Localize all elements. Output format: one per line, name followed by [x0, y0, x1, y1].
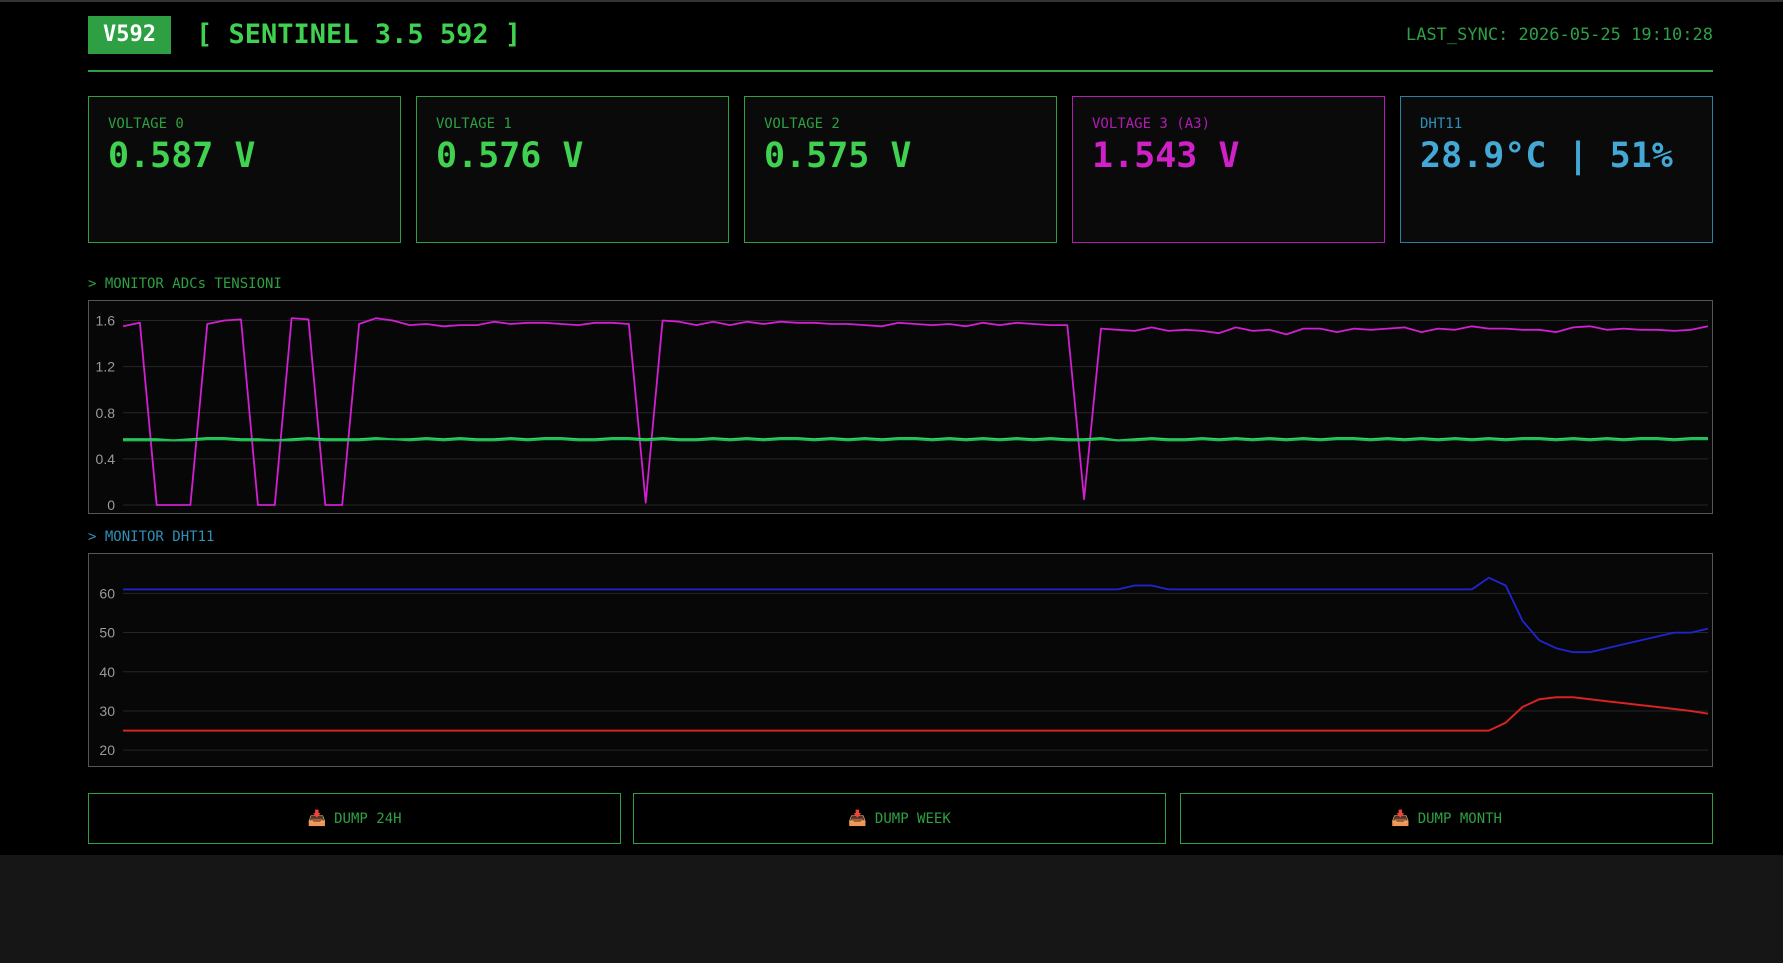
- dump-24h-button[interactable]: 📥 DUMP 24H: [88, 793, 621, 844]
- inbox-tray-icon: 📥: [1391, 809, 1410, 827]
- card-value: 0.575 V: [764, 136, 912, 176]
- dht-chart: 20 30 40 50 60: [88, 553, 1713, 767]
- metric-cards: VOLTAGE 0 0.587 V VOLTAGE 1 0.576 V VOLT…: [88, 96, 1713, 245]
- card-voltage-1: VOLTAGE 1 0.576 V: [416, 96, 729, 243]
- card-label: VOLTAGE 1: [436, 116, 512, 132]
- card-label: VOLTAGE 3 (A3): [1092, 116, 1211, 132]
- y-tick-label: 0.4: [96, 451, 116, 467]
- series-line: [122, 317, 1709, 506]
- dump-buttons: 📥 DUMP 24H 📥 DUMP WEEK 📥 DUMP MONTH: [88, 793, 1713, 845]
- y-tick-label: 60: [99, 585, 115, 601]
- card-label: DHT11: [1420, 116, 1463, 132]
- y-tick-label: 0.8: [96, 405, 116, 421]
- last-sync: LAST_SYNC: 2026-05-25 19:10:28: [1405, 25, 1713, 45]
- series-line: [123, 576, 1709, 654]
- card-value: 1.543 V: [1092, 136, 1240, 176]
- inbox-tray-icon: 📥: [848, 809, 867, 827]
- adc-chart: 0 0.4 0.8 1.2 1.6: [88, 300, 1713, 514]
- section-title-adc: > MONITOR ADCs TENSIONI: [88, 276, 282, 292]
- button-label: DUMP MONTH: [1417, 811, 1502, 827]
- card-voltage-2: VOLTAGE 2 0.575 V: [744, 96, 1057, 243]
- dump-week-button[interactable]: 📥 DUMP WEEK: [633, 793, 1166, 844]
- y-tick-label: 0: [107, 497, 115, 513]
- card-label: VOLTAGE 0: [108, 116, 184, 132]
- y-tick-label: 50: [99, 625, 115, 641]
- series-line: [123, 438, 1708, 442]
- card-voltage-0: VOLTAGE 0 0.587 V: [88, 96, 401, 243]
- inbox-tray-icon: 📥: [307, 809, 327, 827]
- card-label: VOLTAGE 2: [764, 116, 840, 132]
- card-value: 0.576 V: [436, 136, 584, 176]
- section-title-dht: > MONITOR DHT11: [88, 529, 215, 545]
- dump-month-button[interactable]: 📥 DUMP MONTH: [1180, 793, 1713, 844]
- button-label: DUMP WEEK: [874, 811, 951, 827]
- card-dht11: DHT11 28.9°C | 51%: [1400, 96, 1713, 243]
- app-window: V592 [ SENTINEL 3.5 592 ] LAST_SYNC: 202…: [0, 0, 1783, 855]
- y-tick-label: 1.2: [96, 359, 116, 375]
- card-value: 28.9°C | 51%: [1420, 136, 1673, 176]
- button-label: DUMP 24H: [334, 811, 402, 827]
- app-title: [ SENTINEL 3.5 592 ]: [196, 19, 522, 50]
- y-tick-label: 40: [99, 664, 115, 680]
- header: V592 [ SENTINEL 3.5 592 ] LAST_SYNC: 202…: [88, 16, 1713, 72]
- y-tick-label: 30: [99, 703, 115, 719]
- version-badge: V592: [88, 16, 171, 54]
- card-value: 0.587 V: [108, 136, 256, 176]
- y-tick-label: 1.6: [96, 313, 116, 329]
- dht-chart-svg: 20 30 40 50 60: [99, 576, 1709, 758]
- y-tick-label: 20: [99, 742, 115, 758]
- adc-chart-svg: 0 0.4 0.8 1.2 1.6: [96, 313, 1709, 513]
- series-line: [123, 696, 1709, 732]
- card-voltage-3: VOLTAGE 3 (A3) 1.543 V: [1072, 96, 1385, 243]
